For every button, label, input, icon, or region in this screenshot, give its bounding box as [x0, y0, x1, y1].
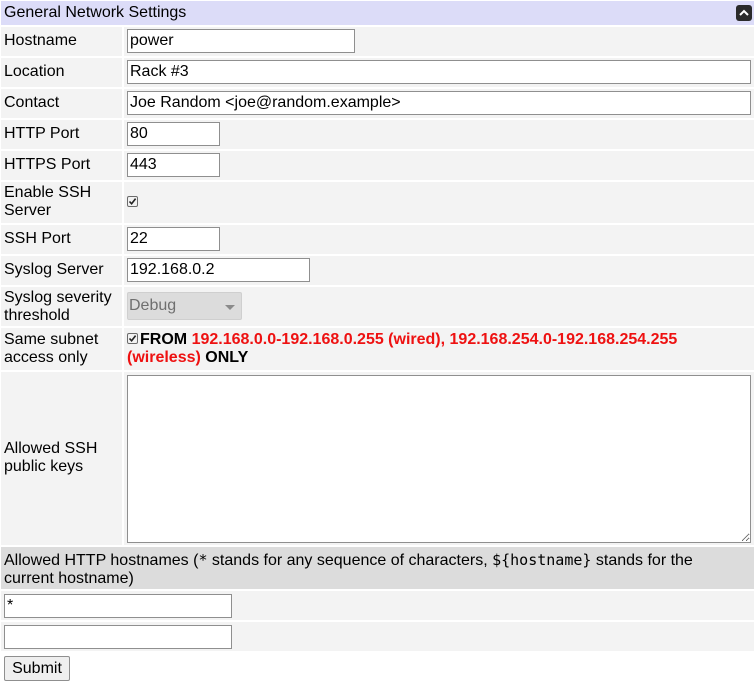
syslog-threshold-field-cell: Debug	[124, 287, 754, 326]
ssh-keys-textarea[interactable]	[127, 375, 751, 543]
http-port-label-cell: HTTP Port	[1, 120, 122, 149]
http-hostnames-header: Allowed HTTP hostnames (* stands for any…	[1, 547, 754, 589]
hostname-input[interactable]	[127, 29, 355, 53]
http-hostnames-label-before: Allowed HTTP hostnames (	[4, 552, 199, 569]
http-hostname-row	[1, 591, 754, 620]
contact-label-cell: Contact	[1, 89, 122, 118]
syslog-server-field-cell	[124, 256, 754, 285]
chevron-up-icon	[739, 9, 749, 16]
section-title: General Network Settings	[4, 4, 187, 21]
ssh-keys-label-cell: Allowed SSH public keys	[1, 372, 122, 545]
same-subnet-label: Same subnet access only	[4, 331, 98, 367]
section-header: General Network Settings	[1, 1, 754, 25]
hostname-label: Hostname	[4, 32, 77, 49]
same-subnet-description: FROM 192.168.0.0-192.168.0.255 (wired), …	[127, 331, 737, 367]
syslog-threshold-label: Syslog severity threshold	[4, 289, 112, 325]
hostname-label-cell: Hostname	[1, 27, 122, 56]
ssh-keys-label-line1: Allowed SSH	[4, 440, 98, 457]
https-port-label: HTTPS Port	[4, 156, 91, 173]
ssh-keys-label-line2: public keys	[4, 458, 84, 475]
dropdown-arrow-icon	[225, 305, 235, 310]
http-hostnames-label-middle: stands for any sequence of characters,	[207, 552, 493, 569]
https-port-label-cell: HTTPS Port	[1, 151, 122, 180]
location-input[interactable]	[127, 60, 751, 84]
contact-field-cell	[124, 89, 754, 118]
syslog-threshold-label-line1: Syslog severity	[4, 289, 112, 306]
location-label-cell: Location	[1, 58, 122, 87]
same-subnet-field-cell: FROM 192.168.0.0-192.168.0.255 (wired), …	[124, 328, 754, 370]
http-hostname-row	[1, 622, 754, 651]
syslog-threshold-label-cell: Syslog severity threshold	[1, 287, 122, 326]
enable-ssh-label: Enable SSH Server	[4, 184, 91, 220]
http-port-label: HTTP Port	[4, 125, 80, 142]
subnet-only-text: ONLY	[205, 349, 249, 366]
syslog-server-label-cell: Syslog Server	[1, 256, 122, 285]
same-subnet-label-line2: access only	[4, 349, 88, 366]
syslog-server-label: Syslog Server	[4, 261, 104, 278]
submit-button[interactable]: Submit	[4, 656, 70, 681]
enable-ssh-label-line1: Enable SSH	[4, 184, 92, 201]
subnet-from-text: FROM	[140, 331, 188, 348]
http-hostnames-label: Allowed HTTP hostnames (* stands for any…	[4, 551, 744, 588]
syslog-threshold-label-line2: threshold	[4, 307, 70, 324]
http-port-input[interactable]	[127, 122, 220, 146]
syslog-threshold-selected: Debug	[129, 297, 177, 314]
enable-ssh-field-cell	[124, 182, 754, 223]
ssh-port-label: SSH Port	[4, 230, 71, 247]
https-port-field-cell	[124, 151, 754, 180]
http-hostname-input-2[interactable]	[4, 625, 232, 649]
location-field-cell	[124, 58, 754, 87]
contact-input[interactable]	[127, 91, 751, 115]
http-port-field-cell	[124, 120, 754, 149]
enable-ssh-checkbox[interactable]	[127, 196, 138, 207]
https-port-input[interactable]	[127, 153, 220, 177]
http-hostname-input-1[interactable]	[4, 594, 232, 618]
ssh-port-input[interactable]	[127, 227, 220, 251]
syslog-threshold-select[interactable]: Debug	[127, 292, 242, 320]
collapse-button[interactable]	[736, 5, 752, 21]
ssh-keys-field-cell	[124, 372, 754, 545]
contact-label: Contact	[4, 94, 60, 111]
hostname-field-cell	[124, 27, 754, 56]
enable-ssh-label-cell: Enable SSH Server	[1, 182, 122, 223]
ssh-port-field-cell	[124, 225, 754, 254]
syslog-server-input[interactable]	[127, 258, 310, 282]
enable-ssh-label-line2: Server	[4, 202, 52, 219]
location-label: Location	[4, 63, 65, 80]
hostname-token: ${hostname}	[492, 551, 592, 569]
ssh-port-label-cell: SSH Port	[1, 225, 122, 254]
same-subnet-label-line1: Same subnet	[4, 331, 99, 348]
same-subnet-label-cell: Same subnet access only	[1, 328, 122, 370]
checkmark-icon	[128, 198, 137, 206]
ssh-keys-label: Allowed SSH public keys	[4, 440, 97, 476]
